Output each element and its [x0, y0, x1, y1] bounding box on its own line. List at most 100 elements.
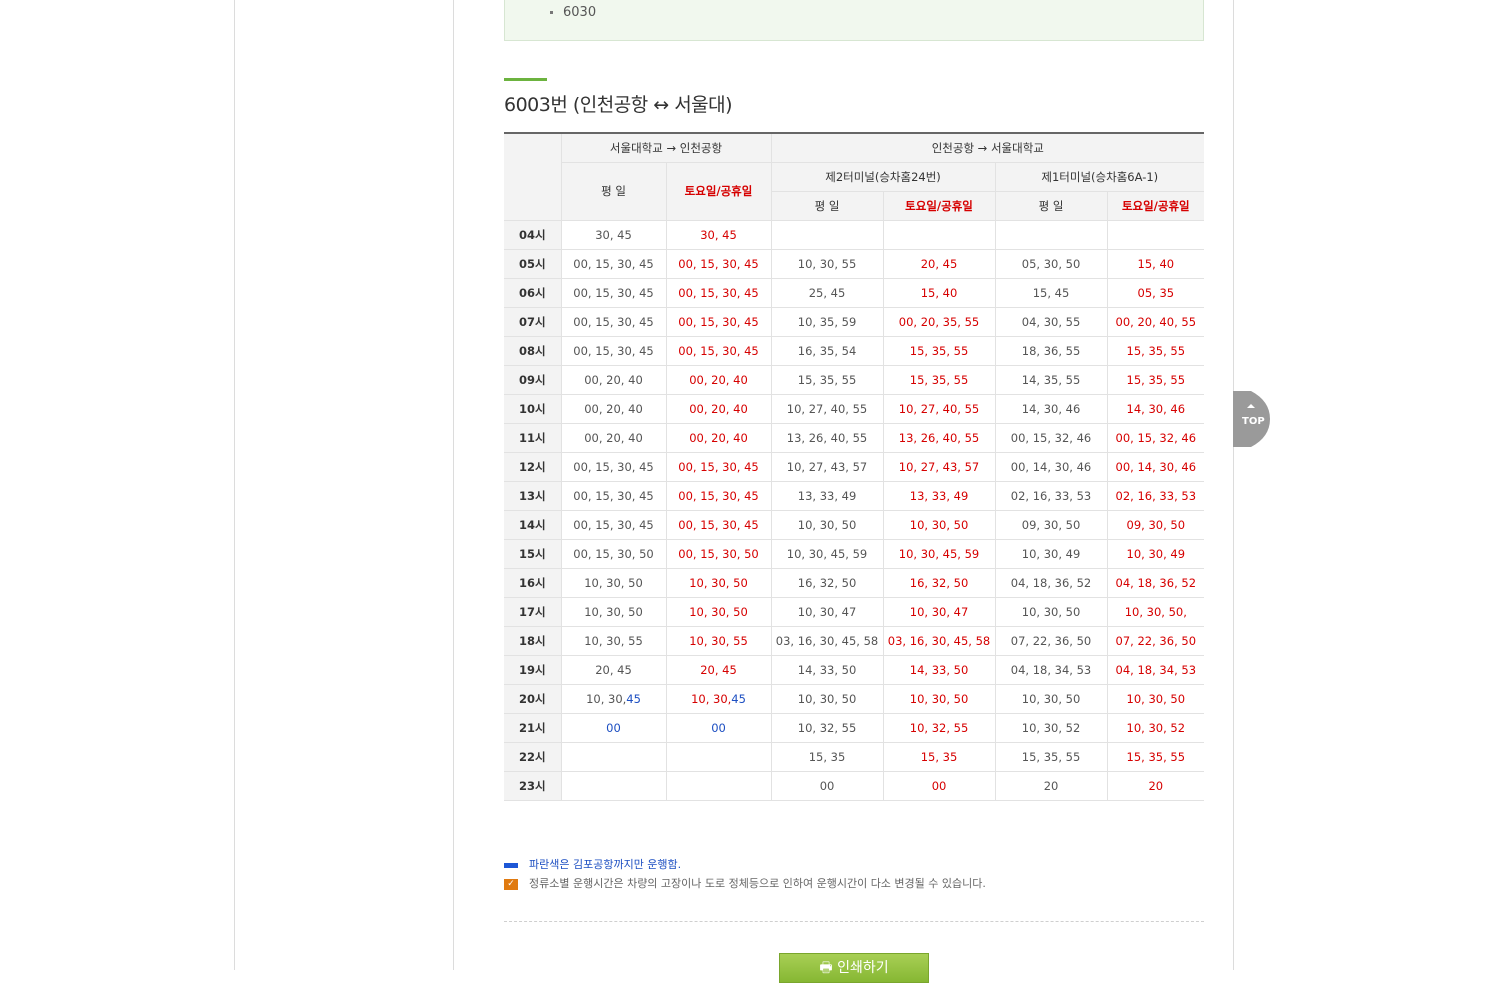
- time-text: 15, 35, 55: [797, 372, 857, 387]
- time-text: 00, 15, 32, 46: [1115, 430, 1197, 445]
- time-text: 02, 16, 33, 53: [1010, 488, 1092, 503]
- holiday-time-cell: 05, 35: [1107, 278, 1205, 308]
- hour-cell: 04시: [504, 220, 562, 250]
- holiday-time-cell: 00: [883, 771, 996, 801]
- holiday-time-cell: 10, 30, 50: [666, 568, 772, 598]
- time-text: 16, 35, 54: [797, 343, 857, 358]
- weekday-time-cell: 00, 15, 30, 45: [561, 307, 667, 337]
- holiday-time-cell: 00, 15, 30, 45: [666, 510, 772, 540]
- weekday-time-cell: 10, 30, 55: [561, 626, 667, 656]
- weekday-time-cell: 00: [561, 713, 667, 743]
- time-text: 13, 33, 49: [909, 488, 969, 503]
- weekday-time-cell: 15, 45: [995, 278, 1108, 308]
- table-row: 18시 10, 30, 55 10, 30, 55 03, 16, 30, 45, 5…: [504, 626, 1205, 656]
- weekday-time-cell: 20, 45: [561, 655, 667, 685]
- time-text: 10, 30, 50: [797, 691, 857, 706]
- legend-notice-text: 정류소별 운행시간은 차량의 고장이나 도로 정체등으로 인하여 운행시간이 다…: [529, 877, 986, 890]
- time-text: 03, 16, 30, 45, 58: [775, 633, 879, 648]
- time-text: 00, 15, 30, 45: [573, 517, 654, 532]
- weekday-time-cell: 10, 30, 50: [561, 568, 667, 598]
- content-right-border: [1233, 0, 1234, 970]
- header-holiday: 토요일/공휴일: [1107, 191, 1205, 221]
- time-text: 10, 30, 55: [689, 633, 748, 648]
- header-snu-to-airport: 서울대학교 → 인천공항: [561, 133, 772, 163]
- time-text: 10, 30, 55: [797, 256, 857, 271]
- holiday-time-cell: 15, 35, 55: [1107, 365, 1205, 395]
- related-routes-box: 6030: [504, 0, 1204, 41]
- time-text: 05, 35: [1137, 285, 1175, 300]
- table-row: 16시 10, 30, 50 10, 30, 50 16, 32, 50 16, 32,…: [504, 568, 1205, 598]
- time-text: 09, 30, 50: [1126, 517, 1186, 532]
- weekday-time-cell: 00, 15, 30, 50: [561, 539, 667, 569]
- header-terminal-1: 제1터미널(승차홈6A-1): [995, 162, 1205, 192]
- time-text: 10, 32, 55: [909, 720, 969, 735]
- time-text: 00, 15, 30, 50: [573, 546, 654, 561]
- table-row: 07시 00, 15, 30, 45 00, 15, 30, 45 10, 35, 5…: [504, 307, 1205, 337]
- holiday-time-cell: 00, 14, 30, 46: [1107, 452, 1205, 482]
- weekday-time-cell: 10, 30, 45, 59: [771, 539, 884, 569]
- divider: [504, 921, 1204, 922]
- time-text: 00, 15, 30, 45: [678, 285, 759, 300]
- header-weekday: 평 일: [995, 191, 1108, 221]
- table-row: 17시 10, 30, 50 10, 30, 50 10, 30, 47 10, 30,…: [504, 597, 1205, 627]
- weekday-time-cell: [995, 220, 1108, 250]
- time-text: 00, 20, 40: [584, 430, 643, 445]
- hour-cell: 19시: [504, 655, 562, 685]
- time-text: 13, 26, 40, 55: [898, 430, 980, 445]
- gimpo-only-time: 45: [626, 691, 641, 706]
- weekday-time-cell: 04, 30, 55: [995, 307, 1108, 337]
- hour-cell: 07시: [504, 307, 562, 337]
- legend-notice: ✓ 정류소별 운행시간은 차량의 고장이나 도로 정체등으로 인하여 운행시간이 …: [504, 875, 986, 891]
- time-text: 14, 33, 50: [909, 662, 969, 677]
- time-text: 00, 20, 40: [689, 401, 748, 416]
- weekday-time-cell: [561, 771, 667, 801]
- weekday-time-cell: 00, 20, 40: [561, 365, 667, 395]
- time-text: 10, 30, 45, 59: [786, 546, 868, 561]
- time-text: 04, 30, 55: [1021, 314, 1081, 329]
- time-text: 13, 26, 40, 55: [786, 430, 868, 445]
- print-button-label: 인쇄하기: [837, 960, 889, 976]
- time-text: 25, 45: [808, 285, 846, 300]
- time-text: 15, 35, 55: [909, 343, 969, 358]
- weekday-time-cell: 10, 27, 43, 57: [771, 452, 884, 482]
- holiday-time-cell: 10, 27, 43, 57: [883, 452, 996, 482]
- holiday-time-cell: 00, 15, 30, 45: [666, 249, 772, 279]
- time-text: 16, 32, 50: [797, 575, 857, 590]
- weekday-time-cell: 25, 45: [771, 278, 884, 308]
- holiday-time-cell: [666, 771, 772, 801]
- legend-gimpo: 파란색은 김포공항까지만 운행함.: [504, 856, 681, 872]
- bullet-icon: [550, 11, 553, 14]
- blue-swatch-icon: [504, 862, 518, 868]
- header-weekday: 평 일: [561, 162, 667, 221]
- time-text: 09, 30, 50: [1021, 517, 1081, 532]
- time-text: 00, 20, 35, 55: [898, 314, 980, 329]
- table-row: 12시 00, 15, 30, 45 00, 15, 30, 45 10, 27, 4…: [504, 452, 1205, 482]
- table-row: 06시 00, 15, 30, 45 00, 15, 30, 45 25, 45 15,…: [504, 278, 1205, 308]
- time-text: 15, 35, 55: [1126, 749, 1186, 764]
- holiday-time-cell: 10, 32, 55: [883, 713, 996, 743]
- time-text: 15, 45: [1032, 285, 1070, 300]
- time-text: 10, 27, 43, 57: [786, 459, 868, 474]
- holiday-time-cell: 20: [1107, 771, 1205, 801]
- hour-cell: 12시: [504, 452, 562, 482]
- content-left-border: [453, 0, 454, 970]
- time-text: 10, 30, 50: [1126, 691, 1186, 706]
- holiday-time-cell: [883, 220, 996, 250]
- check-icon: ✓: [504, 878, 518, 890]
- time-text: 10, 30, 50: [797, 517, 857, 532]
- hour-cell: 15시: [504, 539, 562, 569]
- time-text: 10, 30, 50: [584, 575, 643, 590]
- holiday-time-cell: 00, 15, 32, 46: [1107, 423, 1205, 453]
- holiday-time-cell: 15, 40: [883, 278, 996, 308]
- time-text: 10, 30, 50,: [1124, 604, 1187, 619]
- table-row: 08시 00, 15, 30, 45 00, 15, 30, 45 16, 35, 5…: [504, 336, 1205, 366]
- time-text: 10, 30, 50: [1021, 604, 1081, 619]
- print-button[interactable]: 🖶 인쇄하기: [779, 953, 929, 983]
- weekday-time-cell: 10, 30, 50: [561, 597, 667, 627]
- time-text: 04, 18, 36, 52: [1010, 575, 1092, 590]
- weekday-time-cell: 10, 30, 50: [995, 597, 1108, 627]
- weekday-time-cell: 00, 20, 40: [561, 394, 667, 424]
- time-text: 15, 35: [808, 749, 846, 764]
- time-text: 07, 22, 36, 50: [1010, 633, 1092, 648]
- time-text: 00, 20, 40: [689, 430, 748, 445]
